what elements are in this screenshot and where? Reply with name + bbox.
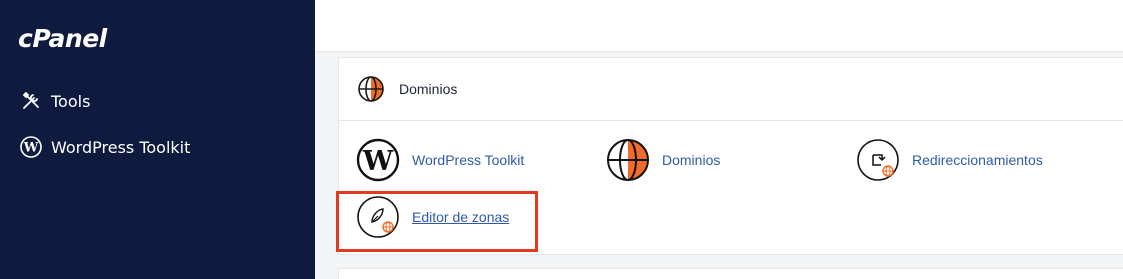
redirect-icon: [857, 139, 899, 181]
domains-link[interactable]: Dominios: [606, 138, 720, 182]
tool-label: Redireccionamientos: [912, 152, 1043, 168]
globe-icon: [358, 76, 384, 102]
redirects-link[interactable]: Redireccionamientos: [856, 138, 1043, 182]
tools-icon: [20, 90, 42, 112]
svg-text:W: W: [362, 146, 394, 177]
wordpress-icon: W: [356, 138, 400, 182]
tool-label: Dominios: [662, 152, 721, 168]
wordpress-icon: W: [20, 136, 42, 158]
sidebar: cPanel Tools W WordPress Toolkit: [0, 0, 315, 279]
tool-label: Editor de zonas: [412, 209, 510, 225]
section-title: Dominios: [399, 81, 458, 97]
cpanel-logo[interactable]: cPanel: [18, 24, 107, 53]
tool-label: WordPress Toolkit: [412, 152, 525, 168]
svg-text:W: W: [23, 141, 39, 156]
sidebar-item-label: Tools: [51, 91, 91, 111]
section-header[interactable]: Dominios: [339, 58, 1123, 121]
zone-editor-icon: [357, 196, 399, 238]
zone-editor-link[interactable]: Editor de zonas: [356, 195, 509, 239]
sidebar-item-wordpress-toolkit[interactable]: W WordPress Toolkit: [20, 135, 190, 159]
sidebar-item-label: WordPress Toolkit: [51, 137, 191, 157]
globe-icon: [607, 139, 649, 181]
wordpress-toolkit-link[interactable]: W WordPress Toolkit: [356, 138, 524, 182]
next-section: [338, 268, 1123, 279]
sidebar-item-tools[interactable]: Tools: [20, 89, 90, 113]
top-bar: [315, 0, 1123, 52]
